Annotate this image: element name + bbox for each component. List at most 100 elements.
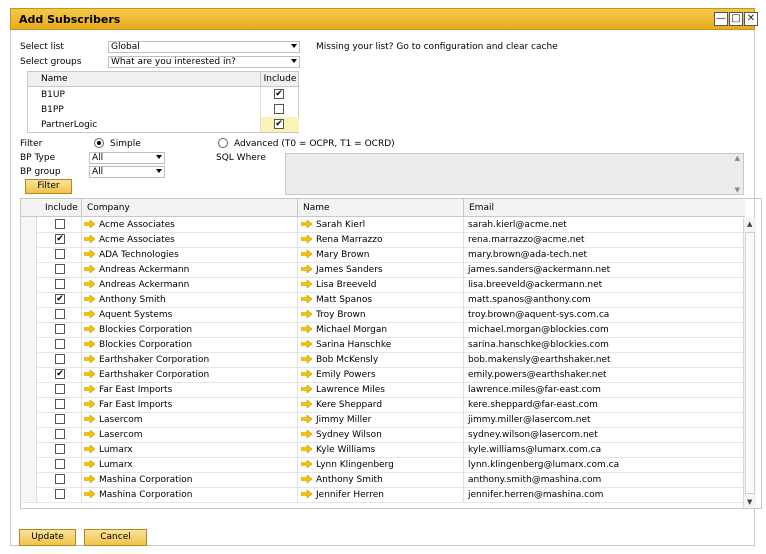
include-cell[interactable]: [36, 457, 82, 472]
row-selector[interactable]: [21, 397, 37, 412]
include-checkbox[interactable]: ✔: [55, 369, 65, 379]
link-arrow-icon[interactable]: [84, 430, 95, 438]
company-cell[interactable]: Andreas Ackermann: [81, 277, 298, 292]
link-arrow-icon[interactable]: [84, 460, 95, 468]
close-button[interactable]: ✕: [744, 12, 758, 26]
name-cell[interactable]: Emily Powers: [298, 367, 464, 382]
link-arrow-icon[interactable]: [301, 490, 312, 498]
include-checkbox[interactable]: [55, 399, 65, 409]
company-cell[interactable]: Blockies Corporation: [81, 322, 298, 337]
name-cell[interactable]: Bob McKensly: [298, 352, 464, 367]
link-arrow-icon[interactable]: [84, 445, 95, 453]
vertical-scrollbar[interactable]: ▲ ▼: [743, 218, 756, 508]
company-cell[interactable]: Mashina Corporation: [81, 472, 298, 487]
table-row[interactable]: ✔ Anthony Smith Matt Spanos matt.spanos@ant…: [21, 292, 745, 308]
company-cell[interactable]: Andreas Ackermann: [81, 262, 298, 277]
link-arrow-icon[interactable]: [84, 325, 95, 333]
name-cell[interactable]: Mary Brown: [298, 247, 464, 262]
company-cell[interactable]: Lasercom: [81, 427, 298, 442]
row-selector[interactable]: [21, 217, 37, 232]
include-checkbox[interactable]: ✔: [55, 294, 65, 304]
row-selector[interactable]: [21, 487, 37, 502]
include-checkbox[interactable]: [55, 429, 65, 439]
name-cell[interactable]: Kere Sheppard: [298, 397, 464, 412]
name-cell[interactable]: Anthony Smith: [298, 472, 464, 487]
row-selector[interactable]: [21, 247, 37, 262]
include-cell[interactable]: [36, 217, 82, 232]
include-cell[interactable]: ✔: [36, 232, 82, 247]
link-arrow-icon[interactable]: [84, 370, 95, 378]
row-selector[interactable]: [21, 232, 37, 247]
link-arrow-icon[interactable]: [301, 415, 312, 423]
include-cell[interactable]: [36, 397, 82, 412]
company-cell[interactable]: Acme Associates: [81, 217, 298, 232]
email-cell[interactable]: emily.powers@earthshaker.net: [464, 367, 745, 382]
company-cell[interactable]: Lumarx: [81, 457, 298, 472]
link-arrow-icon[interactable]: [301, 235, 312, 243]
table-row[interactable]: Earthshaker Corporation Bob McKensly bob.m…: [21, 352, 745, 368]
link-arrow-icon[interactable]: [301, 250, 312, 258]
include-checkbox[interactable]: ✔: [274, 119, 284, 129]
column-header-company[interactable]: Company: [87, 203, 130, 213]
include-cell[interactable]: [36, 442, 82, 457]
link-arrow-icon[interactable]: [301, 325, 312, 333]
link-arrow-icon[interactable]: [84, 385, 95, 393]
table-row[interactable]: Lumarx Kyle Williams kyle.williams@lumarx.…: [21, 442, 745, 458]
email-cell[interactable]: michael.morgan@blockies.com: [464, 322, 745, 337]
email-cell[interactable]: lisa.breeveld@ackermann.net: [464, 277, 745, 292]
email-cell[interactable]: sarah.kierl@acme.net: [464, 217, 745, 232]
table-row[interactable]: Andreas Ackermann James Sanders james.sand…: [21, 262, 745, 278]
link-arrow-icon[interactable]: [301, 475, 312, 483]
email-cell[interactable]: bob.makensly@earthshaker.net: [464, 352, 745, 367]
link-arrow-icon[interactable]: [301, 265, 312, 273]
link-arrow-icon[interactable]: [301, 280, 312, 288]
include-checkbox[interactable]: [55, 264, 65, 274]
table-row[interactable]: Far East Imports Lawrence Miles lawrence.m…: [21, 382, 745, 398]
company-cell[interactable]: Far East Imports: [81, 382, 298, 397]
name-cell[interactable]: Lynn Klingenberg: [298, 457, 464, 472]
scroll-up-arrow-icon[interactable]: ▲: [747, 220, 752, 228]
email-cell[interactable]: lawrence.miles@far-east.com: [464, 382, 745, 397]
table-row[interactable]: Far East Imports Kere Sheppard kere.sheppa…: [21, 397, 745, 413]
link-arrow-icon[interactable]: [84, 250, 95, 258]
link-arrow-icon[interactable]: [84, 265, 95, 273]
row-selector[interactable]: [21, 382, 37, 397]
link-arrow-icon[interactable]: [84, 400, 95, 408]
name-cell[interactable]: Sydney Wilson: [298, 427, 464, 442]
include-checkbox[interactable]: [55, 444, 65, 454]
link-arrow-icon[interactable]: [301, 340, 312, 348]
sql-where-input[interactable]: ▲ ▼: [285, 153, 744, 195]
table-row[interactable]: Blockies Corporation Michael Morgan michae…: [21, 322, 745, 338]
include-cell[interactable]: [36, 382, 82, 397]
row-selector[interactable]: [21, 352, 37, 367]
row-selector[interactable]: [21, 412, 37, 427]
name-cell[interactable]: Matt Spanos: [298, 292, 464, 307]
email-cell[interactable]: mary.brown@ada-tech.net: [464, 247, 745, 262]
select-list-combo[interactable]: Global: [108, 41, 300, 53]
link-arrow-icon[interactable]: [84, 295, 95, 303]
include-checkbox[interactable]: [55, 354, 65, 364]
email-cell[interactable]: anthony.smith@mashina.com: [464, 472, 745, 487]
include-checkbox[interactable]: [55, 489, 65, 499]
name-cell[interactable]: Rena Marrazzo: [298, 232, 464, 247]
include-checkbox[interactable]: [55, 324, 65, 334]
company-cell[interactable]: Acme Associates: [81, 232, 298, 247]
include-cell[interactable]: [36, 352, 82, 367]
row-selector[interactable]: [21, 337, 37, 352]
table-row[interactable]: Mashina Corporation Anthony Smith anthony.…: [21, 472, 745, 488]
link-arrow-icon[interactable]: [301, 460, 312, 468]
email-cell[interactable]: sydney.wilson@lasercom.net: [464, 427, 745, 442]
email-cell[interactable]: kyle.williams@lumarx.com.ca: [464, 442, 745, 457]
email-cell[interactable]: sarina.hanschke@blockies.com: [464, 337, 745, 352]
table-row[interactable]: Aquent Systems Troy Brown troy.brown@aquen…: [21, 307, 745, 323]
include-checkbox[interactable]: [55, 339, 65, 349]
row-selector[interactable]: [21, 292, 37, 307]
include-checkbox[interactable]: ✔: [55, 234, 65, 244]
include-cell[interactable]: [36, 262, 82, 277]
link-arrow-icon[interactable]: [84, 355, 95, 363]
include-checkbox[interactable]: [55, 384, 65, 394]
name-cell[interactable]: Jimmy Miller: [298, 412, 464, 427]
group-row[interactable]: PartnerLogic ✔: [28, 117, 299, 132]
company-cell[interactable]: Aquent Systems: [81, 307, 298, 322]
email-cell[interactable]: jimmy.miller@lasercom.net: [464, 412, 745, 427]
